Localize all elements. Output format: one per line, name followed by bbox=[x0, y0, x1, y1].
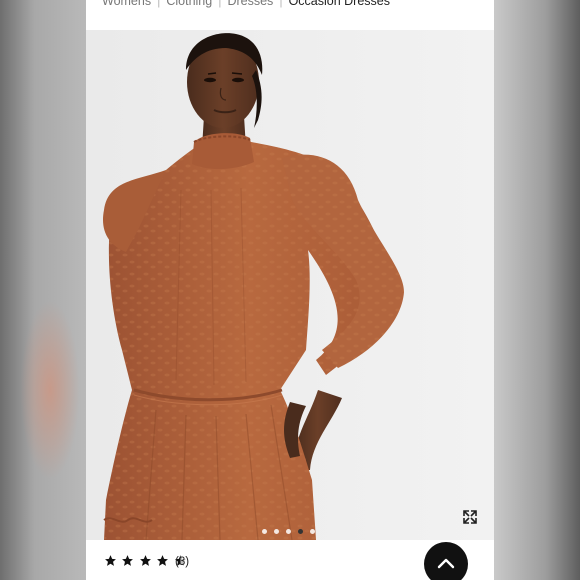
breadcrumb-item[interactable]: Dresses bbox=[227, 0, 273, 8]
product-image[interactable] bbox=[86, 30, 494, 540]
product-photo-illustration bbox=[86, 30, 494, 540]
breadcrumb-item[interactable]: Clothing bbox=[166, 0, 212, 8]
star-icon bbox=[105, 555, 116, 566]
breadcrumb-current: Occasion Dresses bbox=[288, 0, 390, 8]
star-icon bbox=[139, 555, 151, 566]
product-page: Womens | Clothing | Dresses | Occasion Dresses bbox=[86, 0, 494, 580]
star-icon bbox=[157, 555, 169, 566]
carousel-dot-active[interactable] bbox=[298, 529, 303, 534]
product-info-bar: (3) bbox=[86, 540, 494, 580]
expand-icon[interactable] bbox=[461, 508, 479, 526]
carousel-dot[interactable] bbox=[286, 529, 291, 534]
breadcrumb-separator: | bbox=[218, 0, 222, 8]
star-icon bbox=[122, 555, 134, 566]
scroll-to-top-button[interactable] bbox=[424, 542, 468, 580]
carousel-dot[interactable] bbox=[262, 529, 267, 534]
backdrop-right bbox=[494, 0, 580, 580]
breadcrumb-item[interactable]: Womens bbox=[102, 0, 151, 8]
backdrop-left bbox=[0, 0, 86, 580]
chevron-up-icon bbox=[437, 558, 455, 569]
breadcrumb: Womens | Clothing | Dresses | Occasion Dresses bbox=[86, 0, 494, 31]
breadcrumb-separator: | bbox=[157, 0, 161, 8]
breadcrumb-separator: | bbox=[279, 0, 283, 8]
carousel-dot[interactable] bbox=[310, 529, 315, 534]
carousel-dot[interactable] bbox=[274, 529, 279, 534]
review-count[interactable]: (3) bbox=[175, 556, 189, 568]
